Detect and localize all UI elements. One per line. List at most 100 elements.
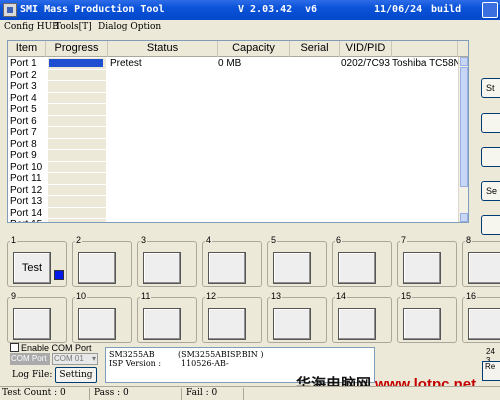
port-button-3[interactable] bbox=[143, 252, 181, 284]
port-button-14[interactable] bbox=[338, 308, 376, 340]
enable-com-port-checkbox[interactable]: Enable COM Port bbox=[10, 343, 92, 353]
table-row[interactable]: Port 3 bbox=[8, 81, 460, 93]
port-button-4[interactable] bbox=[208, 252, 246, 284]
table-row[interactable]: Port 1 Pretest 0 MB 0202/7C93 Toshiba TC58N bbox=[8, 58, 460, 70]
app-icon[interactable] bbox=[3, 3, 17, 17]
serial-cell bbox=[291, 219, 339, 222]
capacity-cell bbox=[218, 185, 288, 197]
serial-cell bbox=[291, 104, 339, 116]
side-button-5[interactable] bbox=[481, 215, 500, 235]
table-row[interactable]: Port 14 bbox=[8, 207, 460, 219]
menu-bar: Config HUB Tools[T] Dialog Option bbox=[0, 20, 500, 36]
progress-cell bbox=[48, 138, 106, 150]
col-status[interactable]: Status bbox=[108, 41, 218, 57]
table-header: Item Progress Status Capacity Serial VID… bbox=[8, 41, 468, 57]
serial-cell bbox=[291, 93, 339, 105]
ports-table[interactable]: Item Progress Status Capacity Serial VID… bbox=[7, 40, 469, 223]
port-button-10[interactable] bbox=[78, 308, 116, 340]
side-button-2[interactable] bbox=[481, 113, 500, 133]
port-button-11[interactable] bbox=[143, 308, 181, 340]
port-item: Port 4 bbox=[10, 92, 37, 104]
table-row[interactable]: Port 13 bbox=[8, 196, 460, 208]
col-vid-pid[interactable]: VID/PID bbox=[340, 41, 392, 57]
side-button-setting[interactable]: Se bbox=[481, 181, 500, 201]
flash-cell bbox=[392, 127, 460, 139]
port-box-9: 9 bbox=[7, 291, 67, 343]
flash-cell bbox=[392, 81, 460, 93]
capacity-cell bbox=[218, 81, 288, 93]
table-row[interactable]: Port 12 bbox=[8, 184, 460, 197]
port-button-15[interactable] bbox=[403, 308, 441, 340]
status-cell bbox=[110, 150, 220, 162]
enable-com-port-label: Enable COM Port bbox=[21, 343, 92, 353]
scroll-thumb[interactable] bbox=[460, 67, 468, 187]
minimize-button[interactable] bbox=[482, 2, 498, 18]
port-item: Port 15 bbox=[10, 219, 46, 222]
table-row[interactable]: Port 10 bbox=[8, 161, 460, 174]
port-number: 16 bbox=[465, 291, 478, 301]
flash-cell: Toshiba TC58N bbox=[392, 58, 460, 69]
table-row[interactable]: Port 15 bbox=[8, 219, 460, 222]
port-button-8[interactable] bbox=[468, 252, 500, 284]
table-row[interactable]: Port 6 bbox=[8, 115, 460, 128]
menu-dialog-option[interactable]: Dialog Option bbox=[98, 22, 161, 32]
table-row[interactable]: Port 11 bbox=[8, 173, 460, 185]
port-button-1[interactable]: Test bbox=[13, 252, 51, 284]
table-scrollbar[interactable] bbox=[458, 57, 468, 222]
port-status-indicator bbox=[54, 270, 64, 280]
table-row[interactable]: Port 8 bbox=[8, 138, 460, 150]
port-item: Port 11 bbox=[10, 173, 42, 184]
vid-pid-cell: 0202/7C93 bbox=[341, 58, 390, 69]
vid-pid-cell bbox=[341, 185, 393, 197]
port-item: Port 9 bbox=[10, 150, 37, 161]
port-button-16[interactable] bbox=[468, 308, 500, 340]
table-row[interactable]: Port 4 bbox=[8, 92, 460, 105]
port-number: 11 bbox=[140, 291, 152, 301]
vid-pid-cell bbox=[341, 116, 393, 128]
col-extra[interactable] bbox=[392, 41, 458, 57]
port-box-2: 2 bbox=[72, 235, 132, 287]
vid-pid-cell bbox=[341, 150, 393, 162]
vid-pid-cell bbox=[341, 219, 393, 222]
side-button-start[interactable]: St bbox=[481, 78, 500, 98]
port-button-13[interactable] bbox=[273, 308, 311, 340]
flash-cell bbox=[392, 173, 460, 185]
checkbox-box[interactable] bbox=[10, 343, 19, 352]
flash-cell bbox=[392, 104, 460, 116]
col-progress[interactable]: Progress bbox=[46, 41, 108, 57]
port-button-5[interactable] bbox=[273, 252, 311, 284]
port-button-6[interactable] bbox=[338, 252, 376, 284]
capacity-cell bbox=[218, 93, 288, 105]
capacity-cell bbox=[218, 196, 288, 208]
col-capacity[interactable]: Capacity bbox=[218, 41, 290, 57]
vid-pid-cell bbox=[341, 173, 393, 185]
table-row[interactable]: Port 7 bbox=[8, 127, 460, 139]
port-button-7[interactable] bbox=[403, 252, 441, 284]
scroll-up-arrow[interactable] bbox=[460, 57, 468, 66]
port-button-12[interactable] bbox=[208, 308, 246, 340]
flash-cell bbox=[392, 93, 460, 105]
table-row[interactable]: Port 2 bbox=[8, 69, 460, 81]
port-box-3: 3 bbox=[137, 235, 197, 287]
port-button-2[interactable] bbox=[78, 252, 116, 284]
port-button-9[interactable] bbox=[13, 308, 51, 340]
vid-pid-cell bbox=[341, 162, 393, 174]
status-cell bbox=[110, 173, 220, 185]
col-item[interactable]: Item bbox=[8, 41, 46, 57]
com-port-select[interactable]: COM 01 bbox=[52, 353, 98, 365]
fail-count: Fail : 0 bbox=[184, 388, 244, 400]
port-item: Port 7 bbox=[10, 127, 37, 138]
serial-cell bbox=[291, 185, 339, 197]
port-box-1: 1 Test bbox=[7, 235, 67, 287]
menu-config-hub[interactable]: Config HUB bbox=[4, 22, 59, 32]
scroll-down-arrow[interactable] bbox=[460, 213, 468, 222]
status-cell bbox=[110, 162, 220, 174]
right-edge-button[interactable]: Re bbox=[482, 361, 500, 381]
col-serial[interactable]: Serial bbox=[290, 41, 340, 57]
port-box-4: 4 bbox=[202, 235, 262, 287]
menu-tools[interactable]: Tools[T] bbox=[55, 22, 92, 32]
table-row[interactable]: Port 5 bbox=[8, 104, 460, 116]
log-setting-button[interactable]: Setting bbox=[55, 367, 97, 383]
side-button-3[interactable] bbox=[481, 147, 500, 167]
table-row[interactable]: Port 9 bbox=[8, 150, 460, 162]
